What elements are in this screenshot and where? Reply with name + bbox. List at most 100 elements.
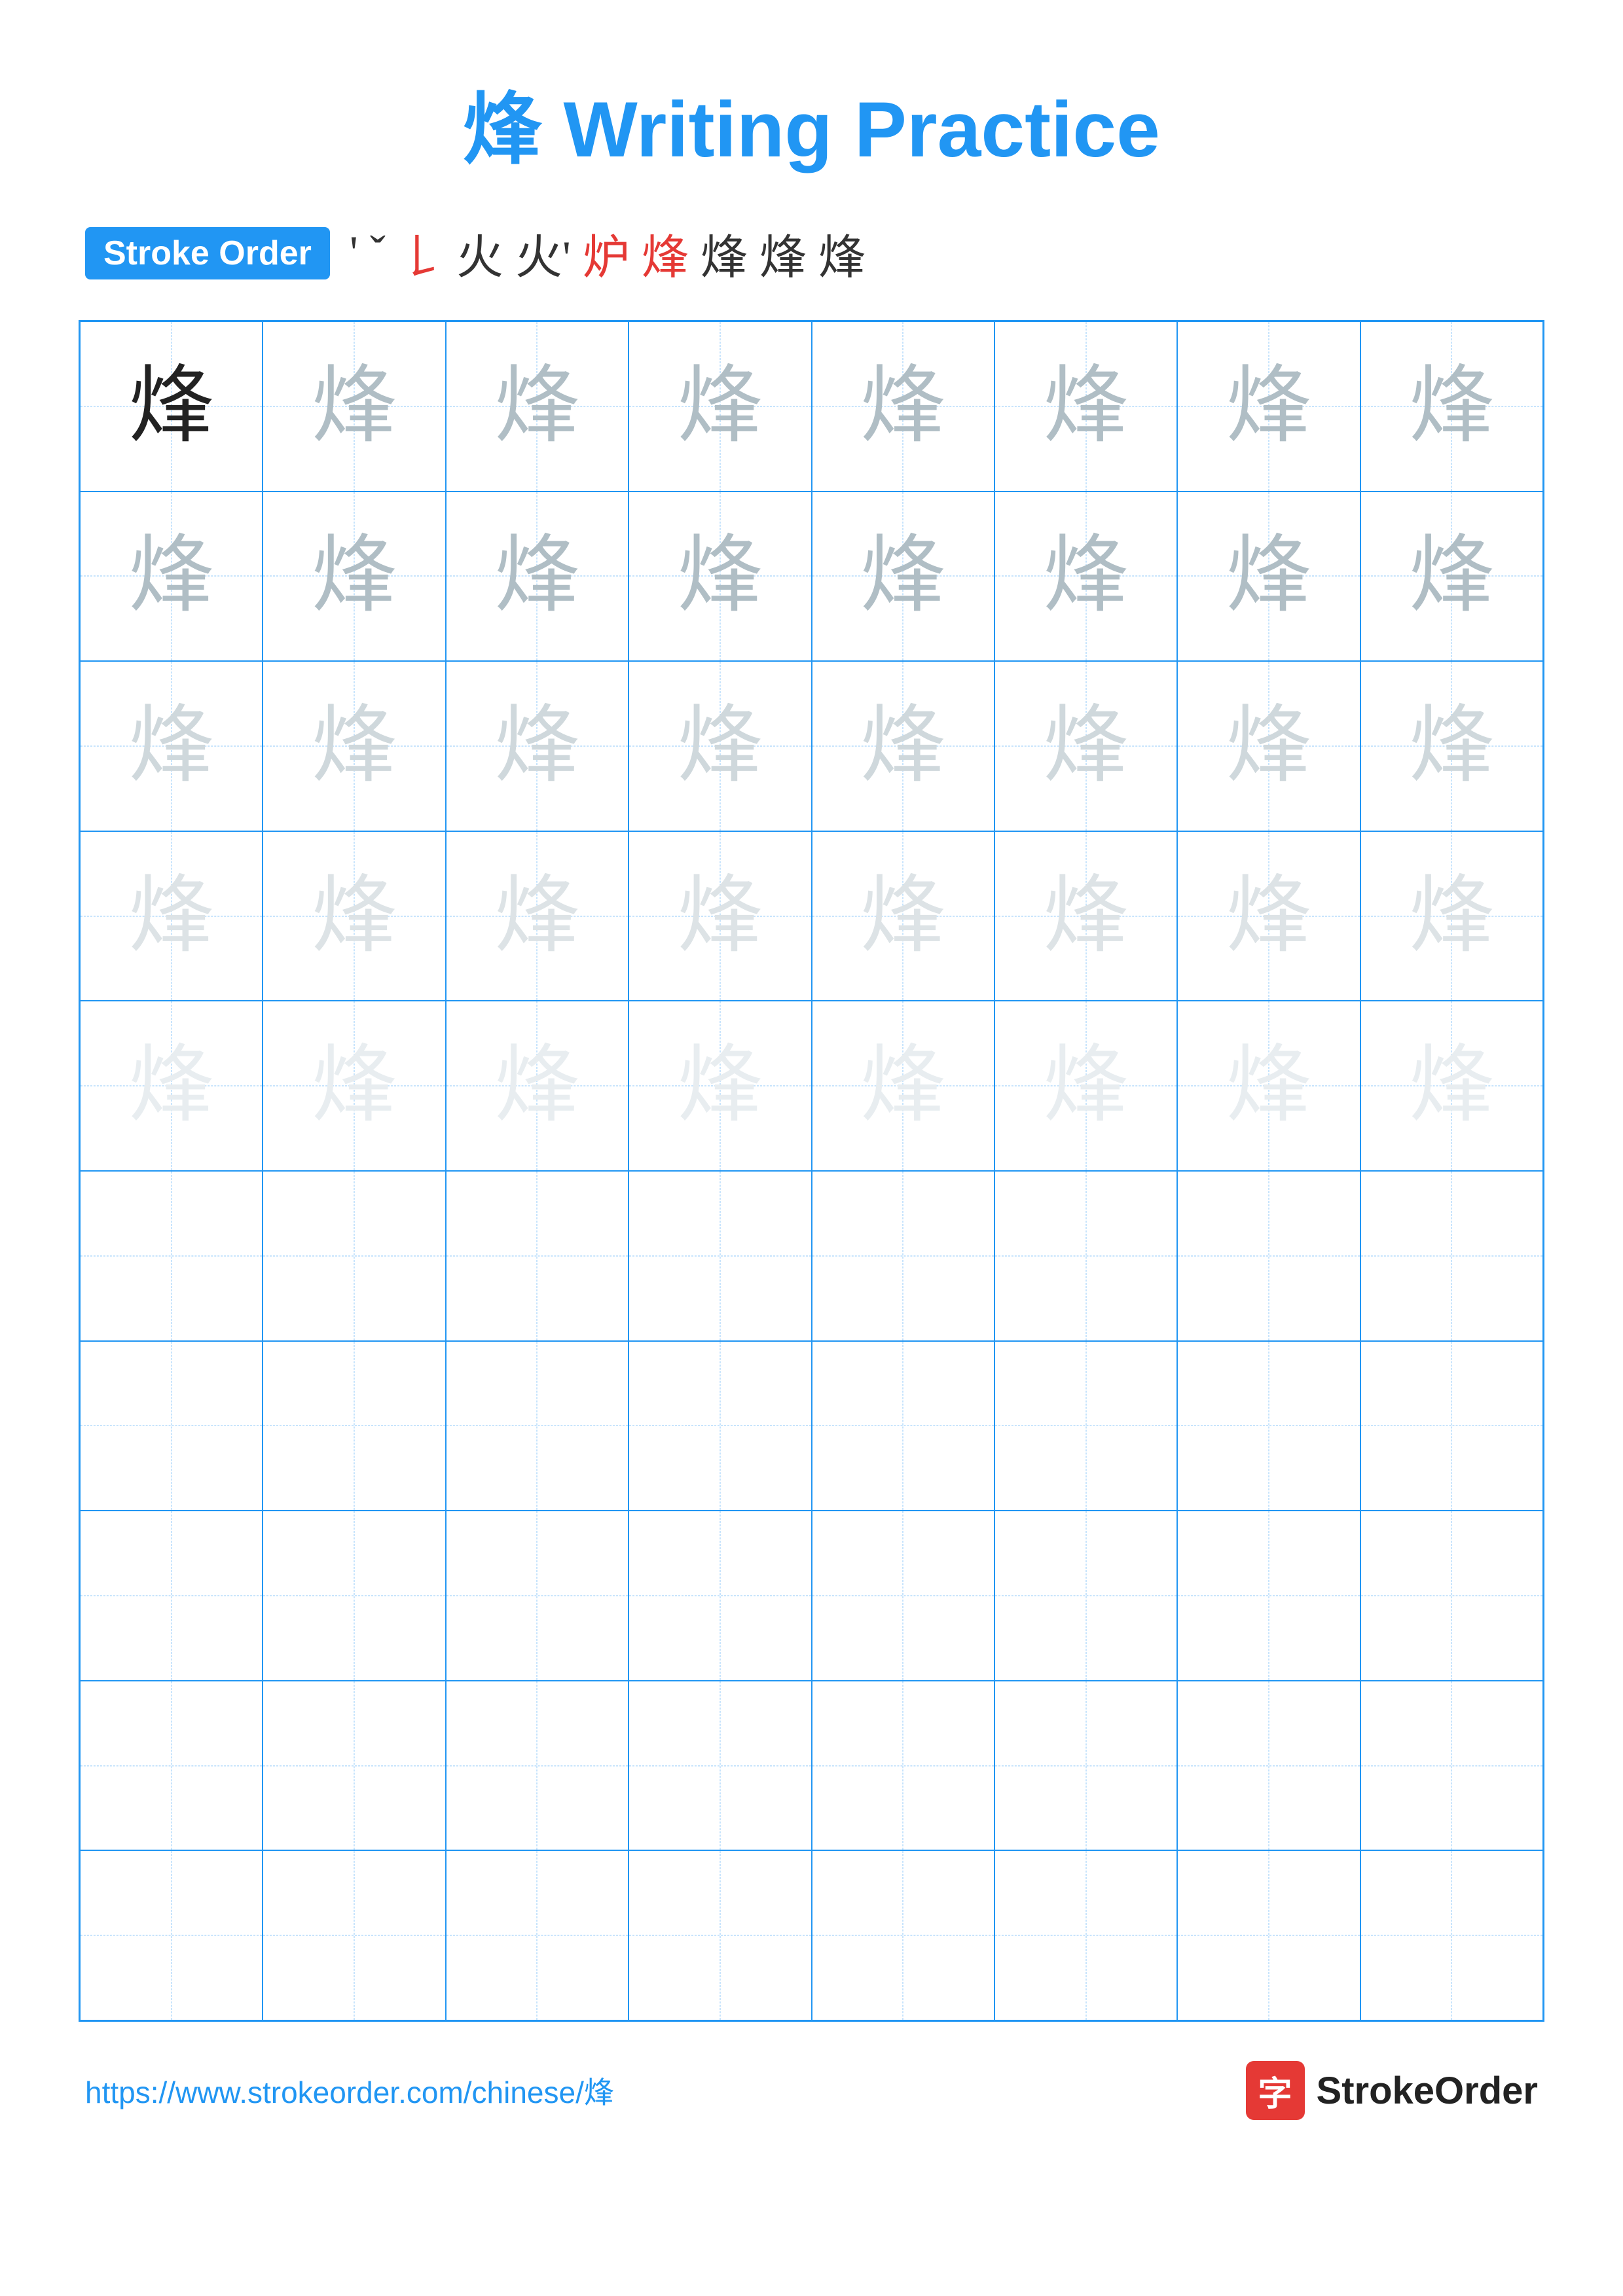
practice-char: 烽 — [494, 1043, 579, 1128]
stroke-6: 炉 — [583, 219, 630, 287]
practice-char: 烽 — [1226, 704, 1311, 789]
grid-cell-r8c2[interactable] — [263, 1511, 445, 1681]
grid-cell-r1c6: 烽 — [994, 321, 1177, 492]
practice-char: 烽 — [678, 533, 763, 619]
grid-cell-r7c3[interactable] — [446, 1341, 629, 1511]
grid-cell-r6c1[interactable] — [80, 1171, 263, 1341]
grid-cell-r2c6: 烽 — [994, 492, 1177, 662]
grid-cell-r4c5: 烽 — [812, 831, 994, 1001]
grid-cell-r6c6[interactable] — [994, 1171, 1177, 1341]
grid-cell-r6c4[interactable] — [629, 1171, 811, 1341]
grid-cell-r4c2: 烽 — [263, 831, 445, 1001]
grid-cell-r9c4[interactable] — [629, 1681, 811, 1851]
practice-char: 烽 — [1226, 533, 1311, 619]
grid-cell-r10c7[interactable] — [1177, 1850, 1360, 2020]
practice-char: 烽 — [1409, 874, 1494, 959]
practice-char: 烽 — [494, 874, 579, 959]
grid-cell-r7c1[interactable] — [80, 1341, 263, 1511]
grid-cell-r8c7[interactable] — [1177, 1511, 1360, 1681]
footer-url[interactable]: https://www.strokeorder.com/chinese/烽 — [85, 2069, 614, 2112]
practice-char: 烽 — [312, 704, 397, 789]
title-label: Writing Practice — [563, 86, 1159, 173]
grid-cell-r5c3: 烽 — [446, 1001, 629, 1171]
grid-cell-r9c2[interactable] — [263, 1681, 445, 1851]
grid-cell-r5c7: 烽 — [1177, 1001, 1360, 1171]
stroke-order-chars: ' ˇ 𠄌 火 火' 炉 烽 烽 烽 烽 — [350, 219, 866, 287]
grid-cell-r10c1[interactable] — [80, 1850, 263, 2020]
grid-cell-r5c4: 烽 — [629, 1001, 811, 1171]
practice-char: 烽 — [678, 364, 763, 449]
grid-cell-r6c5[interactable] — [812, 1171, 994, 1341]
grid-cell-r10c4[interactable] — [629, 1850, 811, 2020]
grid-cell-r9c8[interactable] — [1360, 1681, 1543, 1851]
practice-char: 烽 — [312, 364, 397, 449]
practice-char: 烽 — [312, 1043, 397, 1128]
grid-cell-r1c2: 烽 — [263, 321, 445, 492]
practice-char: 烽 — [1409, 364, 1494, 449]
grid-cell-r9c3[interactable] — [446, 1681, 629, 1851]
grid-cell-r6c2[interactable] — [263, 1171, 445, 1341]
grid-cell-r7c6[interactable] — [994, 1341, 1177, 1511]
practice-char: 烽 — [1044, 1043, 1129, 1128]
grid-cell-r10c5[interactable] — [812, 1850, 994, 2020]
grid-cell-r10c2[interactable] — [263, 1850, 445, 2020]
grid-cell-r7c4[interactable] — [629, 1341, 811, 1511]
grid-cell-r10c8[interactable] — [1360, 1850, 1543, 2020]
grid-cell-r6c7[interactable] — [1177, 1171, 1360, 1341]
grid-cell-r2c5: 烽 — [812, 492, 994, 662]
practice-char: 烽 — [129, 364, 214, 449]
grid-cell-r8c8[interactable] — [1360, 1511, 1543, 1681]
grid-cell-r3c4: 烽 — [629, 661, 811, 831]
grid-cell-r2c7: 烽 — [1177, 492, 1360, 662]
grid-cell-r8c6[interactable] — [994, 1511, 1177, 1681]
practice-char: 烽 — [678, 1043, 763, 1128]
grid-cell-r3c3: 烽 — [446, 661, 629, 831]
grid-cell-r7c5[interactable] — [812, 1341, 994, 1511]
grid-cell-r6c3[interactable] — [446, 1171, 629, 1341]
grid-cell-r9c5[interactable] — [812, 1681, 994, 1851]
practice-char: 烽 — [1044, 704, 1129, 789]
grid-cell-r3c1: 烽 — [80, 661, 263, 831]
grid-cell-r4c7: 烽 — [1177, 831, 1360, 1001]
grid-cell-r8c4[interactable] — [629, 1511, 811, 1681]
practice-char: 烽 — [860, 364, 945, 449]
grid-cell-r4c3: 烽 — [446, 831, 629, 1001]
practice-char: 烽 — [1409, 1043, 1494, 1128]
practice-char: 烽 — [129, 704, 214, 789]
grid-cell-r1c3: 烽 — [446, 321, 629, 492]
grid-cell-r5c8: 烽 — [1360, 1001, 1543, 1171]
grid-cell-r8c5[interactable] — [812, 1511, 994, 1681]
title-char: 烽 — [463, 86, 541, 173]
practice-char: 烽 — [129, 1043, 214, 1128]
grid-cell-r3c7: 烽 — [1177, 661, 1360, 831]
grid-cell-r1c5: 烽 — [812, 321, 994, 492]
practice-char: 烽 — [1226, 364, 1311, 449]
grid-cell-r10c3[interactable] — [446, 1850, 629, 2020]
grid-cell-r3c5: 烽 — [812, 661, 994, 831]
practice-char: 烽 — [494, 704, 579, 789]
grid-cell-r6c8[interactable] — [1360, 1171, 1543, 1341]
practice-char: 烽 — [129, 874, 214, 959]
practice-char: 烽 — [312, 874, 397, 959]
stroke-4: 火 — [456, 219, 503, 287]
grid-cell-r10c6[interactable] — [994, 1850, 1177, 2020]
grid-cell-r8c1[interactable] — [80, 1511, 263, 1681]
stroke-10: 烽 — [818, 219, 866, 287]
grid-cell-r8c3[interactable] — [446, 1511, 629, 1681]
stroke-1: ' — [350, 226, 358, 280]
grid-cell-r1c4: 烽 — [629, 321, 811, 492]
grid-cell-r9c6[interactable] — [994, 1681, 1177, 1851]
grid-cell-r7c7[interactable] — [1177, 1341, 1360, 1511]
grid-cell-r9c1[interactable] — [80, 1681, 263, 1851]
grid-cell-r1c1: 烽 — [80, 321, 263, 492]
stroke-7: 烽 — [642, 219, 689, 287]
grid-cell-r7c8[interactable] — [1360, 1341, 1543, 1511]
brand-name: StrokeOrder — [1317, 2069, 1538, 2113]
grid-cell-r9c7[interactable] — [1177, 1681, 1360, 1851]
footer: https://www.strokeorder.com/chinese/烽 字 … — [79, 2061, 1544, 2120]
grid-cell-r7c2[interactable] — [263, 1341, 445, 1511]
footer-brand: 字 StrokeOrder — [1246, 2061, 1538, 2120]
stroke-2: ˇ — [370, 226, 386, 280]
grid-cell-r5c1: 烽 — [80, 1001, 263, 1171]
practice-char: 烽 — [494, 364, 579, 449]
